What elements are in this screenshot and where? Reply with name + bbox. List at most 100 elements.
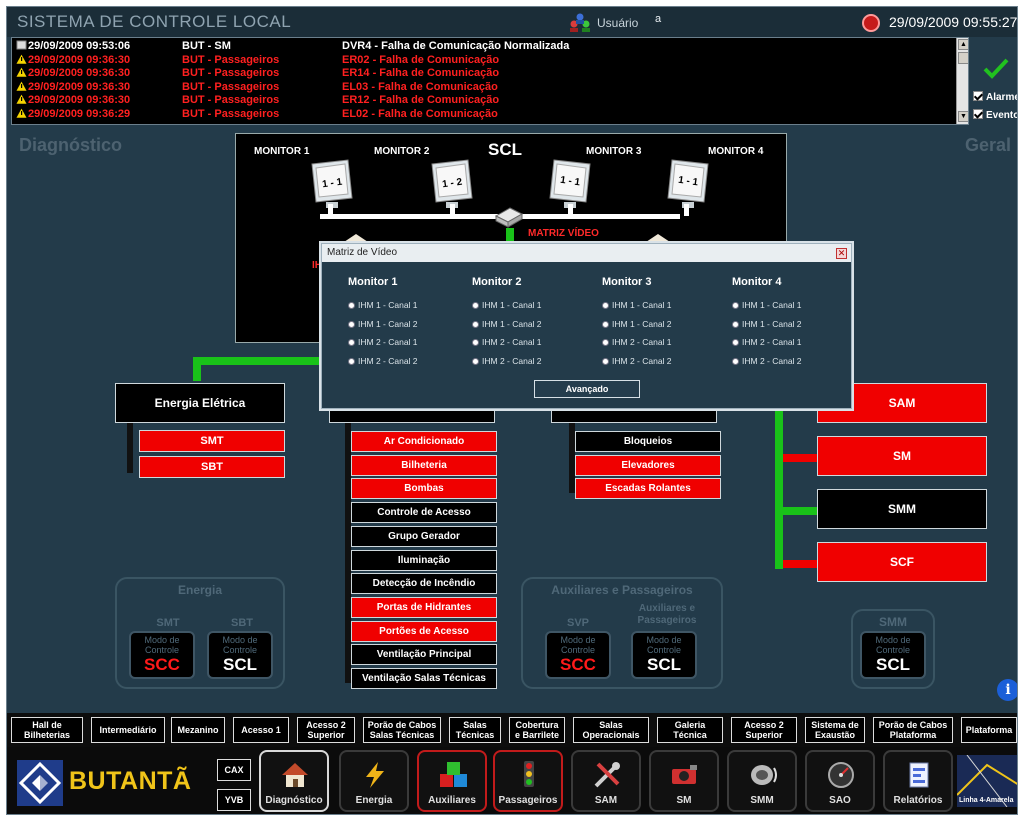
nav-smm-button[interactable]: SMM bbox=[727, 750, 797, 812]
area-tab-button[interactable]: Cobertura e Barrilete bbox=[509, 717, 565, 743]
monitor-2-icon[interactable]: 1 - 2 bbox=[428, 158, 476, 210]
area-tab-button[interactable]: Sistema de Exaustão bbox=[805, 717, 865, 743]
area-tab-button[interactable]: Salas Operacionais bbox=[573, 717, 649, 743]
radio-circle-icon[interactable] bbox=[348, 320, 355, 328]
channel-radio[interactable]: IHM 2 - Canal 1 bbox=[732, 337, 802, 347]
nav-sam-button[interactable]: SAM bbox=[571, 750, 641, 812]
alarm-row[interactable]: 29/09/2009 09:36:30 BUT - Passageiros ER02… bbox=[15, 52, 956, 67]
yvb-button[interactable]: YVB bbox=[217, 789, 251, 811]
channel-radio[interactable]: IHM 1 - Canal 2 bbox=[348, 319, 418, 329]
area-tab-button[interactable]: Porão de Cabos Plataforma bbox=[873, 717, 953, 743]
radio-circle-icon[interactable] bbox=[732, 320, 739, 328]
monitor-1-icon[interactable]: 1 - 1 bbox=[308, 158, 356, 210]
radio-circle-icon[interactable] bbox=[602, 320, 609, 328]
area-tab-button[interactable]: Galeria Técnica bbox=[657, 717, 723, 743]
channel-radio[interactable]: IHM 2 - Canal 2 bbox=[472, 356, 542, 366]
channel-radio[interactable]: IHM 1 - Canal 1 bbox=[602, 300, 672, 310]
area-tab-button[interactable]: Salas Técnicas bbox=[449, 717, 501, 743]
advanced-button[interactable]: Avançado bbox=[534, 380, 640, 398]
info-icon[interactable]: i bbox=[997, 679, 1017, 701]
radio-circle-icon[interactable] bbox=[348, 302, 355, 309]
filter-alarms-checkbox[interactable]: Alarmes bbox=[973, 91, 1017, 105]
alarm-scrollbar[interactable]: ▲ ▼ bbox=[956, 38, 968, 124]
nav-sm-button[interactable]: SM bbox=[649, 750, 719, 812]
channel-radio[interactable]: IHM 1 - Canal 1 bbox=[348, 300, 418, 310]
monitor-3-icon[interactable]: 1 - 1 bbox=[546, 158, 594, 210]
alarm-row[interactable]: 29/09/2009 09:36:30 BUT - Passageiros EL03… bbox=[15, 79, 956, 94]
system-sm-button[interactable]: SM bbox=[817, 436, 987, 476]
ihm-2-icon[interactable] bbox=[646, 234, 670, 242]
alarm-list[interactable]: 29/09/2009 09:53:06 BUT - SM DVR4 - Falha … bbox=[11, 37, 969, 125]
sbt-button[interactable]: SBT bbox=[139, 456, 285, 478]
nav-auxiliares-button[interactable]: Auxiliares bbox=[417, 750, 487, 812]
passageiro-item-button[interactable]: Elevadores bbox=[575, 454, 721, 476]
auxiliar-item-button[interactable]: Controle de Acesso bbox=[351, 502, 497, 524]
channel-radio[interactable]: IHM 1 - Canal 1 bbox=[732, 300, 802, 310]
smm-mode-control[interactable]: Modo de Controle SCL bbox=[860, 631, 926, 679]
channel-radio[interactable]: IHM 1 - Canal 1 bbox=[472, 300, 542, 310]
radio-circle-icon[interactable] bbox=[472, 320, 479, 328]
cax-button[interactable]: CAX bbox=[217, 759, 251, 781]
alarm-row[interactable]: 29/09/2009 09:36:29 BUT - Passageiros EL02… bbox=[15, 106, 956, 121]
channel-radio[interactable]: IHM 2 - Canal 1 bbox=[472, 337, 542, 347]
passageiro-item-button[interactable]: Escadas Rolantes bbox=[575, 478, 721, 500]
area-tab-button[interactable]: Mezanino bbox=[171, 717, 225, 743]
radio-circle-icon[interactable] bbox=[348, 339, 355, 347]
auxiliar-item-button[interactable]: Bombas bbox=[351, 478, 497, 500]
nav-energia-button[interactable]: Energia bbox=[339, 750, 409, 812]
radio-circle-icon[interactable] bbox=[472, 357, 479, 365]
monitor-4-icon[interactable]: 1 - 1 bbox=[664, 158, 712, 210]
area-tab-button[interactable]: Acesso 2 Superior bbox=[297, 717, 355, 743]
passageiro-item-button[interactable]: Bloqueios bbox=[575, 431, 721, 452]
radio-circle-icon[interactable] bbox=[732, 339, 739, 347]
acknowledge-check-icon[interactable] bbox=[983, 57, 1009, 79]
radio-circle-icon[interactable] bbox=[472, 339, 479, 347]
svp-mode-control[interactable]: Modo de Controle SCC bbox=[545, 631, 611, 679]
channel-radio[interactable]: IHM 2 - Canal 2 bbox=[348, 356, 418, 366]
nav-sao-button[interactable]: SAO bbox=[805, 750, 875, 812]
auxiliar-item-button[interactable]: Bilheteria bbox=[351, 454, 497, 476]
auxiliar-item-button[interactable]: Ventilação Salas Técnicas bbox=[351, 668, 497, 689]
radio-circle-icon[interactable] bbox=[348, 357, 355, 365]
auxiliar-item-button[interactable]: Ventilação Principal bbox=[351, 644, 497, 666]
channel-radio[interactable]: IHM 2 - Canal 1 bbox=[602, 337, 672, 347]
video-matrix-icon[interactable] bbox=[494, 206, 524, 228]
auxiliar-item-button[interactable]: Portões de Acesso bbox=[351, 620, 497, 642]
alarm-row[interactable]: 29/09/2009 09:36:30 BUT - Passageiros ER14… bbox=[15, 66, 956, 80]
nav-diagnóstico-button[interactable]: Diagnóstico bbox=[259, 750, 329, 812]
scroll-down-icon[interactable]: ▼ bbox=[958, 111, 968, 122]
area-tab-button[interactable]: Acesso 1 bbox=[233, 717, 289, 743]
radio-circle-icon[interactable] bbox=[602, 339, 609, 347]
ihm-1-icon[interactable] bbox=[344, 234, 368, 242]
area-tab-button[interactable]: Intermediário bbox=[91, 717, 165, 743]
filter-events-checkbox[interactable]: Eventos bbox=[973, 109, 1017, 123]
area-tab-button[interactable]: Hall de Bilheterias bbox=[11, 717, 83, 743]
auxiliar-item-button[interactable]: Detecção de Incêndio bbox=[351, 573, 497, 595]
channel-radio[interactable]: IHM 2 - Canal 1 bbox=[348, 337, 418, 347]
nav-relatórios-button[interactable]: Relatórios bbox=[883, 750, 953, 812]
users-icon[interactable] bbox=[569, 12, 591, 32]
close-icon[interactable]: ✕ bbox=[836, 248, 847, 259]
sbt-mode-control[interactable]: Modo de Controle SCL bbox=[207, 631, 273, 679]
system-scf-button[interactable]: SCF bbox=[817, 542, 987, 582]
smt-button[interactable]: SMT bbox=[139, 430, 285, 452]
radio-circle-icon[interactable] bbox=[472, 302, 479, 309]
energia-eletrica-button[interactable]: Energia Elétrica bbox=[115, 383, 285, 423]
area-tab-button[interactable]: Porão de Cabos Salas Técnicas bbox=[363, 717, 441, 743]
area-tab-button[interactable]: Acesso 2 Superior bbox=[731, 717, 797, 743]
channel-radio[interactable]: IHM 2 - Canal 2 bbox=[732, 356, 802, 366]
radio-circle-icon[interactable] bbox=[602, 357, 609, 365]
auxiliar-item-button[interactable]: Portas de Hidrantes bbox=[351, 596, 497, 618]
nav-passageiros-button[interactable]: Passageiros bbox=[493, 750, 563, 812]
radio-circle-icon[interactable] bbox=[602, 302, 609, 309]
channel-radio[interactable]: IHM 1 - Canal 2 bbox=[732, 319, 802, 329]
channel-radio[interactable]: IHM 1 - Canal 2 bbox=[472, 319, 542, 329]
auxiliar-item-button[interactable]: Ar Condicionado bbox=[351, 431, 497, 452]
radio-circle-icon[interactable] bbox=[732, 302, 739, 309]
auxiliar-item-button[interactable]: Grupo Gerador bbox=[351, 525, 497, 547]
smt-mode-control[interactable]: Modo de Controle SCC bbox=[129, 631, 195, 679]
channel-radio[interactable]: IHM 2 - Canal 2 bbox=[602, 356, 672, 366]
auxiliar-item-button[interactable]: Iluminação bbox=[351, 549, 497, 571]
alarm-row[interactable]: 29/09/2009 09:36:30 BUT - Passageiros ER12… bbox=[15, 93, 956, 107]
alarm-row[interactable]: 29/09/2009 09:53:06 BUT - SM DVR4 - Falha … bbox=[16, 40, 956, 53]
